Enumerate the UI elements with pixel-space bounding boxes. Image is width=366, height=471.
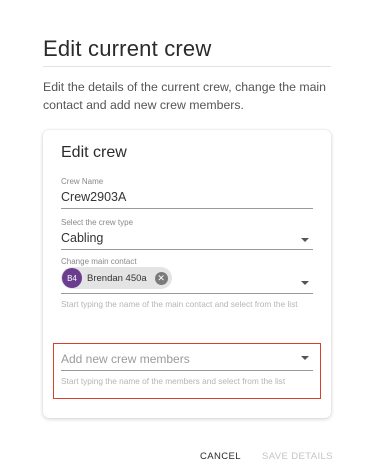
main-contact-underline: [61, 293, 313, 294]
crew-type-label: Select the crew type: [61, 218, 134, 227]
main-contact-helper-text: Start typing the name of the main contac…: [61, 299, 298, 309]
main-contact-chevron-down-icon[interactable]: [301, 281, 309, 285]
crew-type-underline: [61, 249, 313, 250]
crew-name-underline: [61, 208, 313, 209]
crew-type-select[interactable]: Cabling: [61, 231, 103, 245]
page-title: Edit current crew: [43, 36, 212, 61]
title-divider: [43, 66, 331, 67]
save-details-button[interactable]: SAVE DETAILS: [262, 451, 333, 462]
chip-label: Brendan 450a: [87, 272, 147, 284]
card-title: Edit crew: [61, 144, 127, 161]
crew-type-chevron-down-icon[interactable]: [301, 238, 309, 242]
add-members-highlight: [53, 343, 321, 399]
page-description: Edit the details of the current crew, ch…: [43, 80, 326, 112]
main-contact-chip[interactable]: B4 Brendan 450a ✕: [61, 267, 172, 289]
cancel-button[interactable]: CANCEL: [200, 451, 241, 462]
crew-name-label: Crew Name: [61, 177, 104, 186]
crew-name-input[interactable]: Crew2903A: [61, 190, 126, 204]
chip-remove-icon[interactable]: ✕: [154, 271, 168, 285]
main-contact-label: Change main contact: [61, 257, 137, 266]
avatar: B4: [62, 268, 82, 288]
